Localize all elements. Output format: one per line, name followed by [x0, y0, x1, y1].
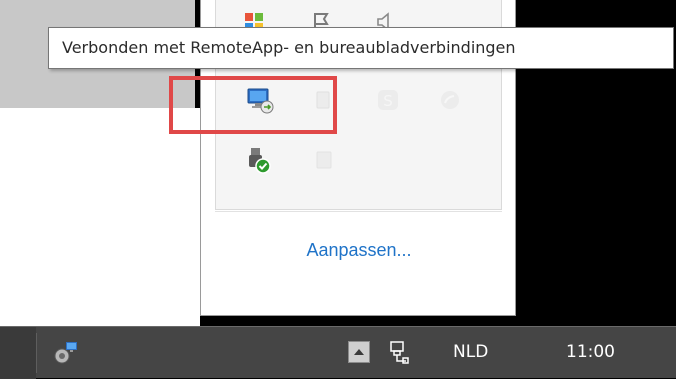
- taskbar-left-edge: [0, 327, 36, 379]
- svg-text:S: S: [383, 92, 393, 110]
- clock[interactable]: 11:00: [566, 342, 615, 362]
- show-hidden-icons-button[interactable]: [348, 341, 370, 363]
- flyout-separator: [215, 211, 502, 212]
- faded-tray-icon[interactable]: [302, 138, 346, 182]
- remote-desktop-app-icon[interactable]: [52, 339, 80, 367]
- safely-remove-hardware-icon[interactable]: [236, 138, 280, 182]
- background-window-white: [0, 108, 200, 326]
- tooltip: Verbonden met RemoteApp- en bureaubladve…: [48, 27, 674, 69]
- taskbar: NLD 11:00: [0, 326, 676, 379]
- tooltip-text: Verbonden met RemoteApp- en bureaubladve…: [62, 38, 516, 57]
- highlight-box: [169, 76, 337, 134]
- customize-link[interactable]: Aanpassen...: [201, 240, 517, 261]
- language-indicator[interactable]: NLD: [453, 342, 488, 362]
- skype-faded-icon[interactable]: S: [366, 78, 410, 122]
- taskbar-divider: [36, 333, 37, 373]
- network-icon[interactable]: [386, 339, 412, 365]
- feed-faded-icon[interactable]: [428, 78, 472, 122]
- triangle-up-icon: [354, 349, 364, 355]
